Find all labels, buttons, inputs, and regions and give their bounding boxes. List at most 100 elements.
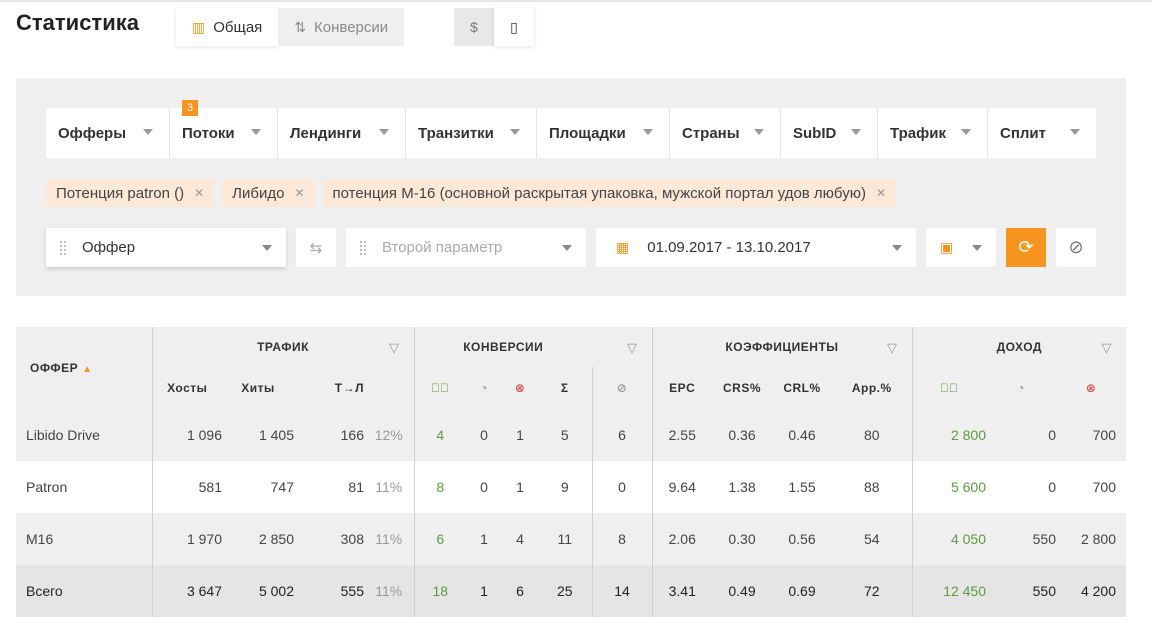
cell-crs: 0.49 <box>712 565 772 617</box>
save-preset-button[interactable]: ▣ <box>926 228 996 267</box>
table-row[interactable]: Libido Drive 1 096 1 405 166 12% 4 0 1 5… <box>16 409 1126 461</box>
filter-transits[interactable]: Транзитки <box>406 108 537 158</box>
refresh-button[interactable]: ⟳ <box>1006 228 1046 267</box>
chevron-down-icon <box>379 129 389 135</box>
col-conv-total[interactable]: Σ <box>538 367 592 409</box>
col-conv-approved[interactable]: ✓⃝ <box>413 367 466 409</box>
group-traffic-label: ТРАФИК <box>257 340 309 354</box>
cell-income-approved: 2 800 <box>911 409 986 461</box>
refresh-icon: ⟳ <box>1018 237 1034 257</box>
filter-icon[interactable]: ▽ <box>389 340 400 356</box>
clock-icon: ◔ <box>480 381 488 395</box>
cell-crs: 1.38 <box>712 461 772 513</box>
col-income-pending[interactable]: ◔ <box>986 367 1056 409</box>
chevron-down-icon <box>892 245 902 251</box>
close-icon[interactable]: ✕ <box>876 186 886 200</box>
col-income-rejected[interactable]: ⊗ <box>1056 367 1126 409</box>
close-icon[interactable]: ✕ <box>194 186 204 200</box>
filter-icon[interactable]: ▽ <box>887 340 898 356</box>
filter-transits-label: Транзитки <box>418 124 494 142</box>
cell-conv-total: 11 <box>538 513 592 565</box>
primary-param-value: Оффер <box>82 239 136 256</box>
filter-icon[interactable]: ▽ <box>1102 340 1113 356</box>
col-tl[interactable]: Т→Л <box>294 367 364 409</box>
x-circle-icon: ⊗ <box>1085 381 1097 395</box>
chevron-down-icon <box>961 129 971 135</box>
filter-streams[interactable]: 3 Потоки <box>170 100 278 158</box>
block-icon: ⊘ <box>616 381 628 395</box>
x-circle-icon: ⊗ <box>514 381 526 395</box>
filter-offers[interactable]: Офферы <box>46 108 170 158</box>
table-row[interactable]: M16 1 970 2 850 308 11% 6 1 4 11 8 2.06 … <box>16 513 1126 565</box>
active-filter-chips: Потенция patron () ✕ Либидо ✕ потенция М-1… <box>46 179 904 207</box>
cell-app: 80 <box>832 409 912 461</box>
check-circle-icon: ✓⃝ <box>431 381 450 395</box>
cell-crl: 0.46 <box>772 409 832 461</box>
filter-traffic[interactable]: Трафик <box>878 108 988 158</box>
filter-chip: Потенция patron () ✕ <box>46 179 215 207</box>
cell-conv-pending: 1 <box>466 513 502 565</box>
filter-panel: Офферы 3 Потоки Лендинги Транзитки Площад… <box>16 78 1126 296</box>
filter-subid[interactable]: SubID <box>781 108 878 158</box>
chevron-down-icon <box>562 245 572 251</box>
cell-hosts: 1 970 <box>151 513 222 565</box>
filter-streams-label: Потоки <box>182 124 235 142</box>
cell-app: 88 <box>832 461 912 513</box>
cell-conv-pending: 0 <box>466 461 502 513</box>
tab-general[interactable]: ▥ Общая <box>176 8 279 46</box>
filter-split[interactable]: Сплит <box>988 108 1096 158</box>
filter-sites[interactable]: Площадки <box>537 108 670 158</box>
top-divider <box>0 0 1152 2</box>
col-offer-label: ОФФЕР <box>30 361 79 375</box>
col-conv-pending[interactable]: ◔ <box>466 367 502 409</box>
filter-countries[interactable]: Страны <box>670 108 781 158</box>
filter-landings[interactable]: Лендинги <box>278 108 406 158</box>
col-hits[interactable]: Хиты <box>222 367 294 409</box>
cell-tl-pct: 11% <box>364 513 414 565</box>
cell-conv-rejected: 6 <box>502 565 538 617</box>
table-total-row: Всего 3 647 5 002 555 11% 18 1 6 25 14 3… <box>16 565 1126 617</box>
cancel-icon: ⊘ <box>1068 237 1084 257</box>
filter-chip-label: Либидо <box>232 184 285 202</box>
col-crs[interactable]: CRS% <box>712 367 772 409</box>
tab-conversions[interactable]: ⇅ Конверсии <box>278 8 405 46</box>
group-income-label: ДОХОД <box>996 340 1042 354</box>
swap-icon: ⇆ <box>309 239 323 257</box>
filter-traffic-label: Трафик <box>890 124 946 142</box>
filter-chip-label: потенция М-16 (основной раскрытая упаков… <box>332 184 866 202</box>
cell-app: 72 <box>832 565 912 617</box>
date-range-picker[interactable]: ▦ 01.09.2017 - 13.10.2017 <box>596 228 916 267</box>
col-crl[interactable]: CRL% <box>772 367 832 409</box>
filter-chip: Либидо ✕ <box>222 179 315 207</box>
col-income-approved[interactable]: ✓⃝ <box>911 367 986 409</box>
filter-sites-label: Площадки <box>549 124 626 142</box>
cell-blocked: 0 <box>591 461 652 513</box>
filter-icon[interactable]: ▽ <box>627 340 638 356</box>
secondary-param-select[interactable]: Второй параметр <box>346 228 586 267</box>
col-epc[interactable]: EPC <box>651 367 712 409</box>
row-name: Patron <box>16 461 152 513</box>
swap-params-button[interactable]: ⇆ <box>296 228 336 267</box>
sigma-circle-icon: Σ <box>560 381 569 395</box>
col-app[interactable]: App.% <box>832 367 912 409</box>
col-conv-rejected[interactable]: ⊗ <box>502 367 538 409</box>
date-range-value: 01.09.2017 - 13.10.2017 <box>647 239 811 256</box>
table-row[interactable]: Patron 581 747 81 11% 8 0 1 9 0 9.64 1.3… <box>16 461 1126 513</box>
primary-param-select[interactable]: Оффер <box>46 228 286 267</box>
close-icon[interactable]: ✕ <box>294 186 304 200</box>
cell-hits: 1 405 <box>222 409 294 461</box>
cell-conv-approved: 4 <box>413 409 466 461</box>
filter-landings-label: Лендинги <box>290 124 362 142</box>
currency-usd-button[interactable]: $ <box>454 8 494 46</box>
currency-other-button[interactable]: ▯ <box>494 8 534 46</box>
save-icon: ▣ <box>940 239 954 255</box>
group-conversions-label: КОНВЕРСИИ <box>463 340 544 354</box>
col-blocked[interactable]: ⊘ <box>591 367 652 409</box>
reset-button[interactable]: ⊘ <box>1056 228 1096 267</box>
chevron-down-icon <box>972 245 982 251</box>
cell-blocked: 8 <box>591 513 652 565</box>
cell-epc: 3.41 <box>651 565 712 617</box>
col-hosts[interactable]: Хосты <box>151 367 222 409</box>
col-offer-header[interactable]: ОФФЕР ▲ <box>16 327 152 409</box>
cell-tl: 308 <box>294 513 364 565</box>
